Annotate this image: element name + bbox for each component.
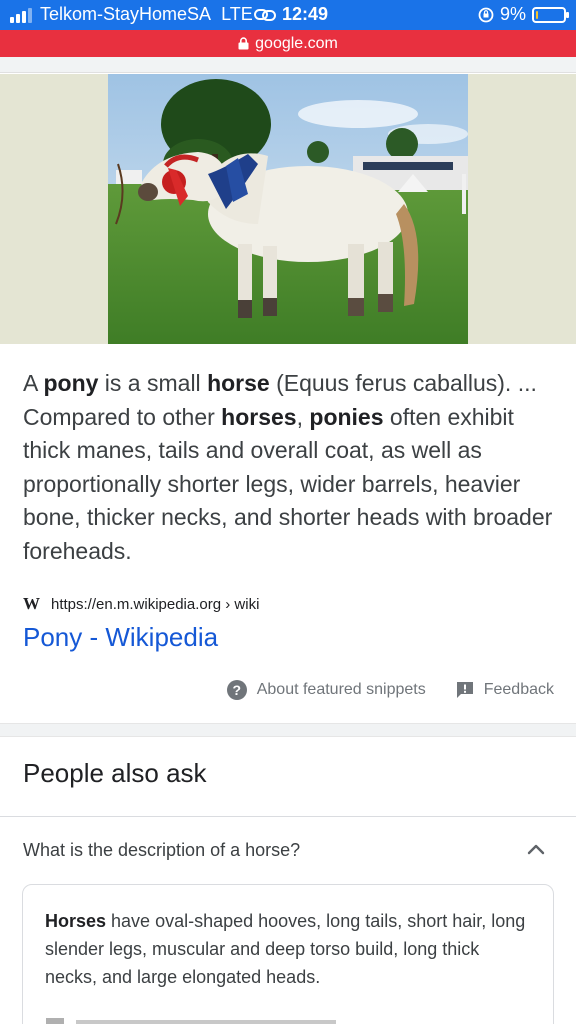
text-span: is a small: [98, 370, 208, 396]
bold-term: Horses: [45, 911, 107, 931]
people-also-ask-title: People also ask: [23, 758, 207, 788]
bold-term: ponies: [309, 403, 384, 430]
clock: 12:49: [282, 4, 329, 24]
section-divider: [0, 723, 576, 737]
text-span: A: [23, 370, 44, 396]
carrier-name: Telkom-StayHomeSA: [40, 4, 212, 24]
paa-question[interactable]: What is the description of a horse?: [23, 840, 300, 861]
battery-percent: 9%: [499, 4, 526, 24]
bold-term: horse: [207, 370, 270, 396]
paa-divider: [0, 816, 576, 817]
cut-off-source-line: [46, 1018, 336, 1024]
feedback-label: Feedback: [483, 681, 554, 698]
help-icon: ?: [226, 680, 247, 700]
source-line[interactable]: W https://en.m.wikipedia.org › wiki: [23, 594, 259, 614]
pony-photo[interactable]: [108, 74, 468, 344]
snippet-text: A pony is a small horse (Equus ferus cab…: [23, 367, 558, 568]
paa-answer-card: Horses have oval-shaped hooves, long tai…: [22, 884, 554, 1024]
status-bar: Telkom-StayHomeSA LTE 12:49 9%: [0, 0, 576, 30]
source-url: https://en.m.wikipedia.org › wiki: [51, 595, 260, 613]
lock-icon: [238, 37, 249, 50]
network-type: LTE: [221, 4, 253, 24]
result-title-link[interactable]: Pony - Wikipedia: [23, 622, 218, 653]
text-span: have oval-shaped hooves, long tails, sho…: [45, 911, 526, 987]
battery-fill: [536, 10, 538, 19]
about-label: About featured snippets: [256, 681, 426, 698]
top-divider: [0, 57, 576, 73]
bold-term: horses: [221, 403, 297, 430]
text-span: ,: [296, 403, 310, 430]
signal-icon: [10, 7, 32, 23]
paa-answer-text: Horses have oval-shaped hooves, long tai…: [45, 907, 531, 991]
featured-image-container: [0, 74, 576, 344]
status-center: 12:49: [254, 4, 328, 25]
status-left: Telkom-StayHomeSA LTE: [10, 4, 253, 25]
bold-term: pony: [43, 370, 99, 396]
rotation-lock-icon: [478, 7, 494, 22]
chevron-up-icon[interactable]: [524, 838, 548, 862]
url-bar[interactable]: google.com: [0, 30, 576, 57]
url-domain: google.com: [255, 34, 338, 52]
status-right: 9%: [478, 4, 569, 25]
wikipedia-logo-icon: W: [23, 594, 40, 613]
snippet-footer: ? About featured snippets Feedback: [226, 680, 554, 700]
link-chain-icon: [254, 8, 276, 21]
feedback-icon: [456, 682, 473, 698]
about-featured-snippets-button[interactable]: ? About featured snippets: [226, 680, 426, 700]
feedback-button[interactable]: Feedback: [456, 681, 554, 699]
battery-icon: [532, 6, 569, 23]
